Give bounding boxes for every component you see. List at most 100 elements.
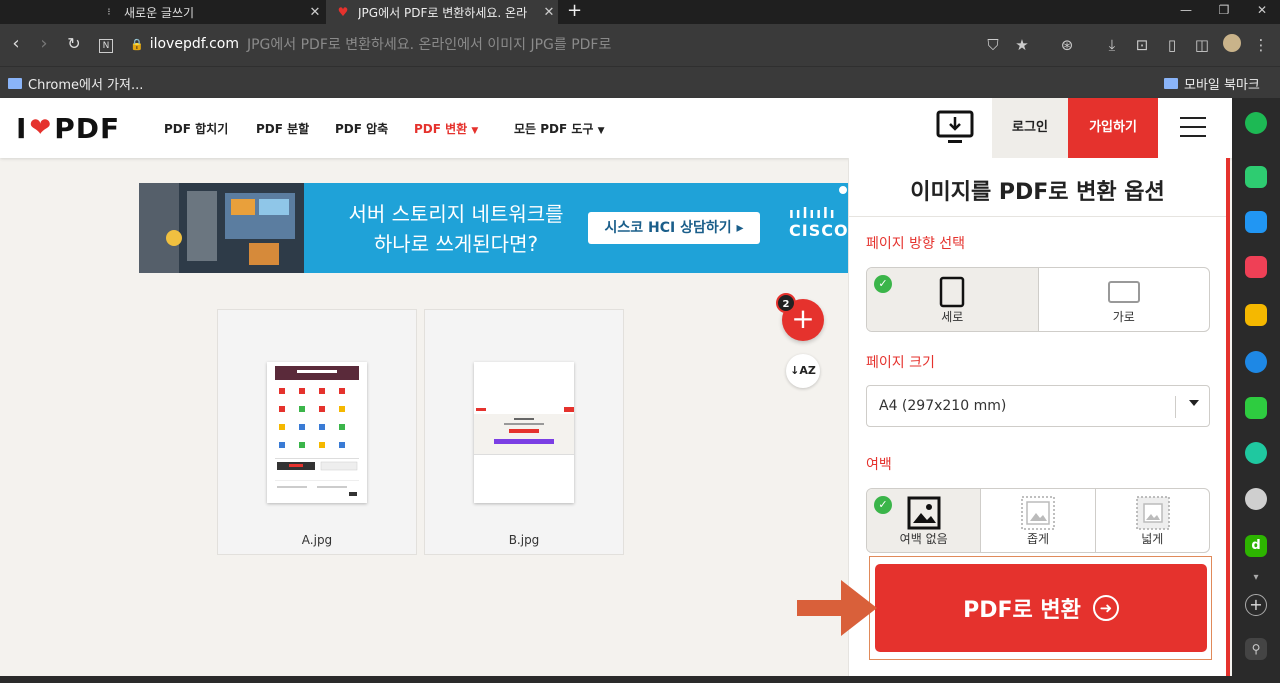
close-tab-icon[interactable]: ✕ bbox=[540, 5, 558, 20]
select-separator bbox=[1175, 396, 1176, 418]
option-label: 넓게 bbox=[1141, 532, 1164, 546]
ad-line-1: 서버 스토리지 네트워크를 bbox=[348, 202, 564, 226]
shield-icon[interactable]: ⛉ bbox=[982, 34, 1004, 56]
favorite-star-icon[interactable] bbox=[1245, 304, 1267, 326]
panel-scrollbar[interactable] bbox=[1226, 158, 1230, 683]
forward-icon[interactable]: › bbox=[32, 32, 56, 56]
nav-all-tools[interactable]: 모든 PDF 도구 ▼ bbox=[514, 120, 605, 137]
browser-side-panel: d ▾ + ⚲ bbox=[1232, 98, 1280, 683]
annotation-arrow-icon bbox=[797, 580, 877, 636]
screenshot-icon[interactable]: ⊡ bbox=[1131, 34, 1153, 56]
lock-icon: 🔒 bbox=[130, 37, 144, 51]
star-icon[interactable]: ★ bbox=[1011, 34, 1033, 56]
tab-label: 새로운 글쓰기 bbox=[124, 5, 195, 20]
file-count-badge: 2 bbox=[776, 293, 796, 313]
green-square-icon[interactable] bbox=[1245, 397, 1267, 419]
notification-icon[interactable] bbox=[1245, 166, 1267, 188]
split-view-icon[interactable]: ◫ bbox=[1191, 34, 1213, 56]
signup-button[interactable]: 가입하기 bbox=[1068, 98, 1158, 158]
new-tab-button[interactable]: + bbox=[567, 0, 582, 24]
download-icon[interactable]: ⤓ bbox=[1101, 34, 1123, 56]
margin-selector: ✓ 여백 없음 좁게 넓게 bbox=[866, 488, 1210, 553]
address-bar[interactable]: 🔒 ilovepdf.com JPG에서 PDF로 변환하세요. 온라인에서 이… bbox=[130, 30, 1050, 58]
image-no-margin-icon bbox=[907, 496, 941, 530]
profile-avatar-icon[interactable] bbox=[1221, 34, 1243, 56]
orientation-label: 페이지 방향 선택 bbox=[866, 236, 966, 252]
arrow-right-circle-icon: ➜ bbox=[1092, 595, 1119, 621]
landscape-page-icon bbox=[1107, 281, 1140, 303]
tab-label: JPG에서 PDF로 변환하세요. 온라 bbox=[358, 5, 528, 20]
nav-split-pdf[interactable]: PDF 분할 bbox=[256, 120, 309, 137]
url-title: JPG에서 PDF로 변환하세요. 온라인에서 이미지 JPG를 PDF로 bbox=[246, 37, 612, 53]
convert-to-pdf-button[interactable]: PDF로 변환 ➜ bbox=[875, 564, 1207, 652]
edge-icon[interactable] bbox=[1245, 351, 1267, 373]
file-card[interactable]: A.jpg bbox=[217, 309, 417, 555]
cisco-brand-text: CISCO bbox=[789, 221, 848, 240]
add-app-icon[interactable]: + bbox=[1245, 594, 1267, 616]
mail-icon[interactable] bbox=[1245, 211, 1267, 233]
dots-icon: ⁝ bbox=[107, 6, 111, 18]
orientation-selector: ✓ 세로 가로 bbox=[866, 267, 1210, 332]
pocket-icon[interactable] bbox=[1245, 256, 1267, 278]
margin-big-option[interactable]: 넓게 bbox=[1096, 489, 1209, 552]
option-label: 세로 bbox=[941, 310, 964, 324]
check-icon: ✓ bbox=[874, 496, 892, 514]
orientation-portrait-option[interactable]: ✓ 세로 bbox=[867, 268, 1039, 331]
character-avatar-icon[interactable] bbox=[1245, 488, 1267, 510]
panel-divider bbox=[849, 216, 1226, 217]
login-button[interactable]: 로그인 bbox=[992, 98, 1068, 158]
play-icon[interactable] bbox=[1245, 442, 1267, 464]
nav-compress-pdf[interactable]: PDF 압축 bbox=[335, 120, 388, 137]
ad-cta-button[interactable]: 시스코 HCI 상담하기 ▸ bbox=[588, 212, 760, 244]
dcard-icon[interactable]: d bbox=[1245, 535, 1267, 557]
bookmarks-bar: Chrome에서 가져... 모바일 북마크 bbox=[0, 66, 1280, 98]
convert-label: PDF로 변환 bbox=[963, 598, 1081, 623]
page-size-value: A4 (297x210 mm) bbox=[879, 398, 1007, 414]
logo-letter-i: I bbox=[16, 111, 28, 145]
check-icon: ✓ bbox=[874, 275, 892, 293]
nav-convert-pdf[interactable]: PDF 변환 ▼ bbox=[414, 120, 478, 137]
page-size-label: 페이지 크기 bbox=[866, 355, 935, 371]
ilovepdf-logo[interactable]: I ❤ PDF bbox=[16, 111, 121, 145]
options-panel: 이미지를 PDF로 변환 옵션 페이지 방향 선택 ✓ 세로 가로 페이지 크기… bbox=[848, 158, 1226, 683]
back-icon[interactable]: ‹ bbox=[4, 32, 28, 56]
image-small-margin-icon bbox=[1021, 496, 1056, 530]
nav-label: PDF 변환 bbox=[414, 122, 468, 136]
close-tab-icon[interactable]: ✕ bbox=[306, 5, 324, 20]
file-thumbnail bbox=[267, 362, 367, 503]
url-host: ilovepdf.com bbox=[149, 36, 239, 52]
margin-small-option[interactable]: 좁게 bbox=[981, 489, 1096, 552]
reload-icon[interactable]: ↻ bbox=[62, 32, 86, 56]
folder-icon bbox=[8, 77, 22, 89]
pin-icon[interactable]: ⚲ bbox=[1245, 638, 1267, 660]
close-window-icon[interactable]: ✕ bbox=[1242, 0, 1280, 24]
file-card[interactable]: B.jpg bbox=[424, 309, 624, 555]
minimize-icon[interactable]: — bbox=[1166, 0, 1206, 24]
ad-info-icon[interactable] bbox=[838, 185, 848, 195]
margin-none-option[interactable]: ✓ 여백 없음 bbox=[867, 489, 982, 552]
desktop-app-icon[interactable] bbox=[936, 110, 976, 146]
panel-title: 이미지를 PDF로 변환 옵션 bbox=[910, 180, 1165, 205]
sort-az-icon[interactable]: ↓AZ bbox=[786, 354, 820, 388]
page-size-select[interactable]: A4 (297x210 mm) bbox=[866, 385, 1210, 427]
restore-icon[interactable]: ❐ bbox=[1204, 0, 1244, 24]
browser-tab-new-post[interactable]: ⁝ 새로운 글쓰기 ✕ bbox=[92, 0, 324, 24]
bookmark-folder-mobile[interactable]: 모바일 북마크 bbox=[1164, 73, 1260, 93]
hamburger-menu-icon[interactable] bbox=[1180, 117, 1206, 139]
file-name: A.jpg bbox=[301, 533, 333, 547]
option-label: 좁게 bbox=[1026, 532, 1050, 546]
reader-icon[interactable]: ▯ bbox=[1161, 34, 1183, 56]
cisco-logo: ıılıılı CISCO bbox=[789, 207, 848, 240]
menu-dots-icon[interactable]: ⋮ bbox=[1250, 34, 1272, 56]
orientation-landscape-option[interactable]: 가로 bbox=[1039, 268, 1210, 331]
notion-icon[interactable]: N bbox=[94, 32, 118, 56]
portrait-page-icon bbox=[939, 276, 965, 308]
nav-merge-pdf[interactable]: PDF 합치기 bbox=[164, 120, 228, 137]
logo-pdf: PDF bbox=[54, 111, 121, 145]
share-icon[interactable]: ⊛ bbox=[1056, 34, 1078, 56]
whale-green-icon[interactable] bbox=[1245, 112, 1267, 134]
ad-banner[interactable]: 서버 스토리지 네트워크를 하나로 쓰게된다면? 시스코 HCI 상담하기 ▸ … bbox=[139, 183, 848, 273]
browser-tab-ilovepdf[interactable]: ♥ JPG에서 PDF로 변환하세요. 온라 ✕ bbox=[326, 0, 558, 24]
more-chevron-icon[interactable]: ▾ bbox=[1245, 572, 1267, 584]
bookmark-folder-imported[interactable]: Chrome에서 가져... bbox=[8, 73, 143, 93]
